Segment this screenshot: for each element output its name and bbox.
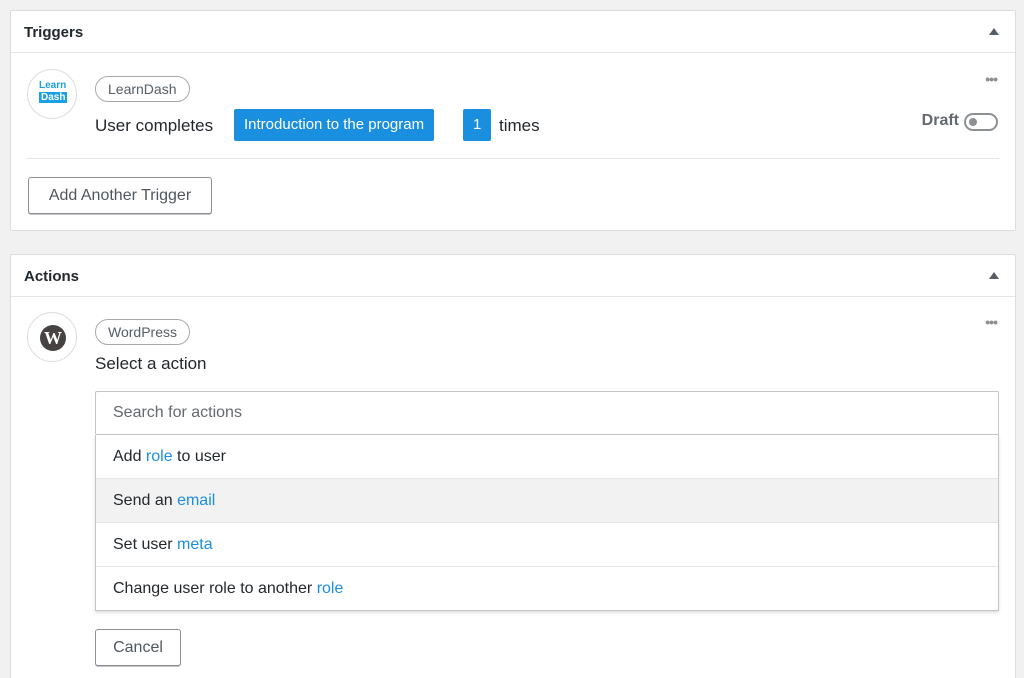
actions-header[interactable]: Actions [11,255,1015,297]
status-label: Draft [921,112,959,129]
collapse-arrow-icon[interactable] [989,272,999,279]
logo-dash-text: Dash [39,92,68,103]
action-search-box[interactable] [95,391,999,435]
action-results-list: Add role to user Send an email Set user me… [95,435,999,611]
toggle-switch-icon[interactable] [964,113,998,131]
more-options-icon[interactable]: ••• [985,314,998,330]
learndash-logo-icon: Learn Dash [27,69,77,119]
cancel-button[interactable]: Cancel [95,629,181,666]
divider [27,158,999,159]
course-token[interactable]: Introduction to the program [234,109,435,141]
action-result-text: Set user [113,536,178,553]
action-prompt: Select a action [95,354,207,373]
count-token[interactable]: 1 [463,109,492,141]
action-result-item[interactable]: Set user meta [96,523,998,567]
triggers-panel: Triggers Learn Dash LearnDash ••• User c… [10,10,1016,231]
action-result-text: Send an [113,492,178,509]
action-result-keyword: role [145,448,173,465]
integration-pill-wordpress: WordPress [95,319,190,345]
action-result-keyword: role [316,580,344,597]
action-result-item[interactable]: Send an email [96,479,998,523]
triggers-title: Triggers [24,24,84,41]
action-result-text: Add [113,448,146,465]
action-result-keyword: email [177,492,216,509]
collapse-arrow-icon[interactable] [989,28,999,35]
action-result-item[interactable]: Change user role to another role [96,567,998,611]
action-result-text: Change user role to another [113,580,317,597]
trigger-sentence-prefix: User completes [95,116,214,135]
actions-title: Actions [24,268,80,285]
toggle-knob [969,118,977,126]
integration-pill-learndash: LearnDash [95,76,190,102]
action-result-item[interactable]: Add role to user [96,435,998,479]
action-result-keyword: meta [177,536,213,553]
logo-learn-text: Learn [39,80,67,91]
add-another-trigger-button[interactable]: Add Another Trigger [28,177,212,214]
action-search-input[interactable] [96,392,998,434]
triggers-header[interactable]: Triggers [11,11,1015,53]
wordpress-glyph: W [40,325,66,351]
more-options-icon[interactable]: ••• [985,71,998,87]
action-result-text: to user [172,448,226,465]
wordpress-logo-icon: W [27,312,77,362]
trigger-sentence-suffix: times [499,116,540,135]
actions-panel: Actions W WordPress ••• Select a action … [10,254,1016,678]
